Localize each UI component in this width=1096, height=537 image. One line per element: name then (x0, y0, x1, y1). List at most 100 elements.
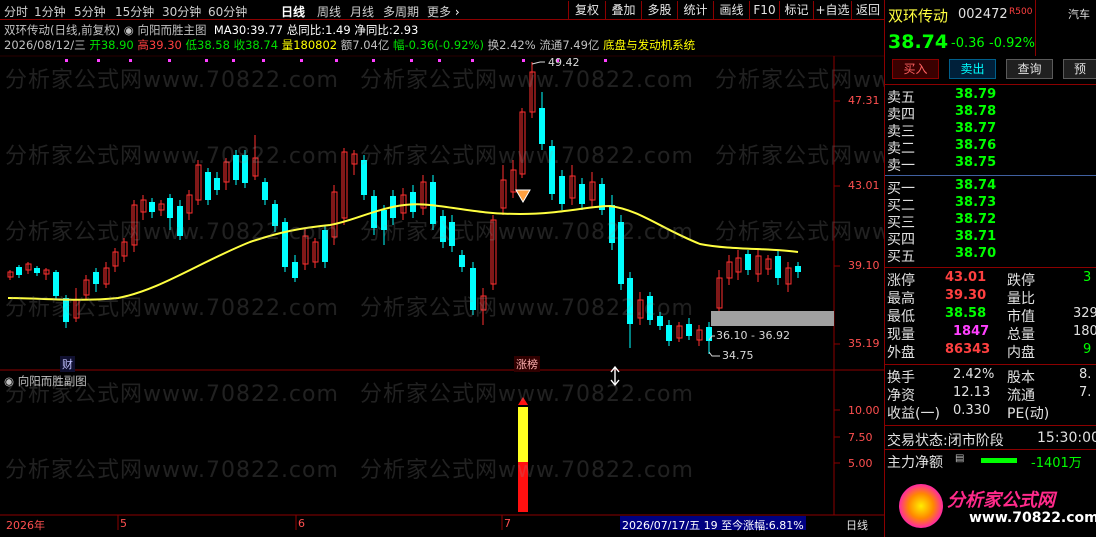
stat-row: 现量 1847 总量 180 (887, 324, 1096, 343)
sector-short: 汽车 (1068, 8, 1090, 21)
high-label: 最高 (887, 291, 915, 307)
time-axis-label: 6 (298, 517, 305, 530)
high-value: 39.30 (945, 288, 987, 303)
limit-down-label: 跌停 (1007, 273, 1035, 289)
current-volume-value: 1847 (953, 324, 990, 339)
watermark: 分析家公式网www.70822.com (360, 144, 694, 169)
main-flow-label: 主力净额 (887, 455, 943, 471)
candle-down (459, 255, 465, 267)
main-flow-value: -1401万 (1031, 456, 1082, 471)
total-volume-label: 总量 (1007, 327, 1035, 343)
panel-divider (885, 425, 1096, 426)
ask-price: 38.78 (955, 104, 997, 119)
stock-name: 双环传动 (888, 7, 949, 25)
ask-price: 38.76 (955, 138, 997, 153)
sell-button[interactable]: 卖出 (949, 59, 996, 79)
index-tag: R500 (1009, 7, 1033, 17)
stat-row: 最高 39.30 量比 (887, 288, 1035, 307)
share-capital-label: 股本 (1007, 370, 1035, 386)
time-axis-label: 5 (120, 517, 127, 530)
stat-row: 外盘 86343 内盘 9 (887, 342, 1091, 361)
watermark: 分析家公式网www.70822.com (5, 220, 339, 245)
ask-row-4[interactable]: 卖四 38.78 (887, 104, 996, 123)
panel-divider (885, 449, 1096, 450)
candle-down (795, 266, 801, 272)
current-volume-label: 现量 (887, 327, 915, 343)
buy-button[interactable]: 买入 (892, 59, 939, 79)
net-assets-label: 净资 (887, 388, 915, 404)
pe-label: PE(动) (1007, 406, 1050, 422)
candle-down (262, 182, 268, 200)
panel-divider (885, 267, 1096, 268)
bid-row-3[interactable]: 买三 38.72 (887, 212, 996, 231)
panel-divider (885, 84, 1096, 85)
candle-down (292, 262, 298, 278)
stat-row: 收益(一) 0.330 PE(动) (887, 403, 1049, 422)
outer-volume-label: 外盘 (887, 345, 915, 361)
stat-row: 换手 2.42% 股本 8. (887, 367, 1091, 386)
candle-down (559, 176, 565, 204)
candle-down (214, 178, 220, 190)
stat-row: 最低 38.58 市值 329 (887, 306, 1096, 325)
date-status: 2026/07/17/五 19 至今涨幅:6.81% (622, 519, 804, 532)
total-volume-value: 180 (1073, 324, 1096, 339)
ask-row-3[interactable]: 卖三 38.77 (887, 121, 996, 140)
turnover-rate-label: 换手 (887, 370, 915, 386)
high-annotation: 49.42 (548, 56, 580, 69)
watermark: 分析家公式网www.70822.com (360, 296, 694, 321)
volume-ratio-label: 量比 (1007, 291, 1035, 307)
period-indicator[interactable]: 日线 (846, 517, 868, 533)
rank-marker[interactable]: 涨榜 (514, 356, 540, 372)
stock-code: 002472 (958, 7, 1008, 22)
bid-row-1[interactable]: 买一 38.74 (887, 178, 996, 197)
eps-value: 0.330 (953, 403, 991, 418)
trade-status-row: 交易状态:闭市阶段 15:30:00 (887, 430, 1096, 449)
low-value: 38.58 (945, 306, 987, 321)
list-icon[interactable]: ▤ (955, 453, 964, 464)
watermark: 分析家公式网www.70822.com (5, 144, 339, 169)
trade-status-label: 交易状态: (887, 433, 948, 449)
limit-down-value: 3 (1083, 270, 1092, 285)
low-leader-line (708, 351, 720, 357)
candle-down (686, 324, 692, 336)
stat-row: 净资 12.13 流通 7. (887, 385, 1091, 404)
finance-marker[interactable]: 财 (60, 356, 75, 372)
bid-row-5[interactable]: 买五 38.70 (887, 246, 996, 265)
turnover-rate-value: 2.42% (953, 367, 995, 382)
main-flow-row[interactable]: 主力净额 ▤ -1401万 (887, 452, 1082, 471)
bid-price: 38.71 (955, 229, 997, 244)
watermark: 分析家公式网www.70822.com (5, 458, 339, 483)
ask-row-5[interactable]: 卖五 38.79 (887, 87, 996, 106)
panel-divider (885, 175, 1096, 176)
low-label: 最低 (887, 309, 915, 325)
ask-row-1[interactable]: 卖一 38.75 (887, 155, 996, 174)
candle-down (706, 327, 712, 341)
main-flow-bar (981, 458, 1017, 463)
ask-price: 38.79 (955, 87, 997, 102)
trade-status-value: 闭市阶段 (947, 433, 1004, 449)
query-button[interactable]: 查询 (1006, 59, 1053, 79)
candle-down (745, 254, 751, 270)
price-change: -0.36 (951, 36, 985, 51)
bid-row-4[interactable]: 买四 38.71 (887, 229, 996, 248)
bid-row-2[interactable]: 买二 38.73 (887, 195, 996, 214)
site-logo: 分析家公式网 www.70822.com (895, 478, 1096, 535)
limit-up-label: 涨停 (887, 273, 915, 289)
bid-price: 38.73 (955, 195, 997, 210)
range-highlight-box (711, 311, 834, 326)
outer-volume-value: 86343 (945, 342, 991, 357)
dropdown-circle-icon[interactable]: ◉ (4, 374, 14, 388)
panel-divider (885, 364, 1096, 365)
sector-box[interactable]: 汽车 (1035, 0, 1096, 56)
bid-price: 38.70 (955, 246, 997, 261)
price-axis-label: 47.31 (848, 94, 880, 107)
last-price: 38.74 (888, 31, 949, 53)
ask-row-2[interactable]: 卖二 38.76 (887, 138, 996, 157)
sub-indicator-name[interactable]: 向阳而胜副图 (18, 374, 87, 388)
watermark: 分析家公式网www.70822.com (5, 296, 339, 321)
market-cap-label: 市值 (1007, 309, 1035, 325)
trade-time: 15:30:00 (1037, 430, 1096, 446)
preset-button[interactable]: 预 (1063, 59, 1096, 79)
sub-axis-label: 7.50 (848, 431, 873, 444)
ask-label: 卖一 (887, 158, 915, 174)
